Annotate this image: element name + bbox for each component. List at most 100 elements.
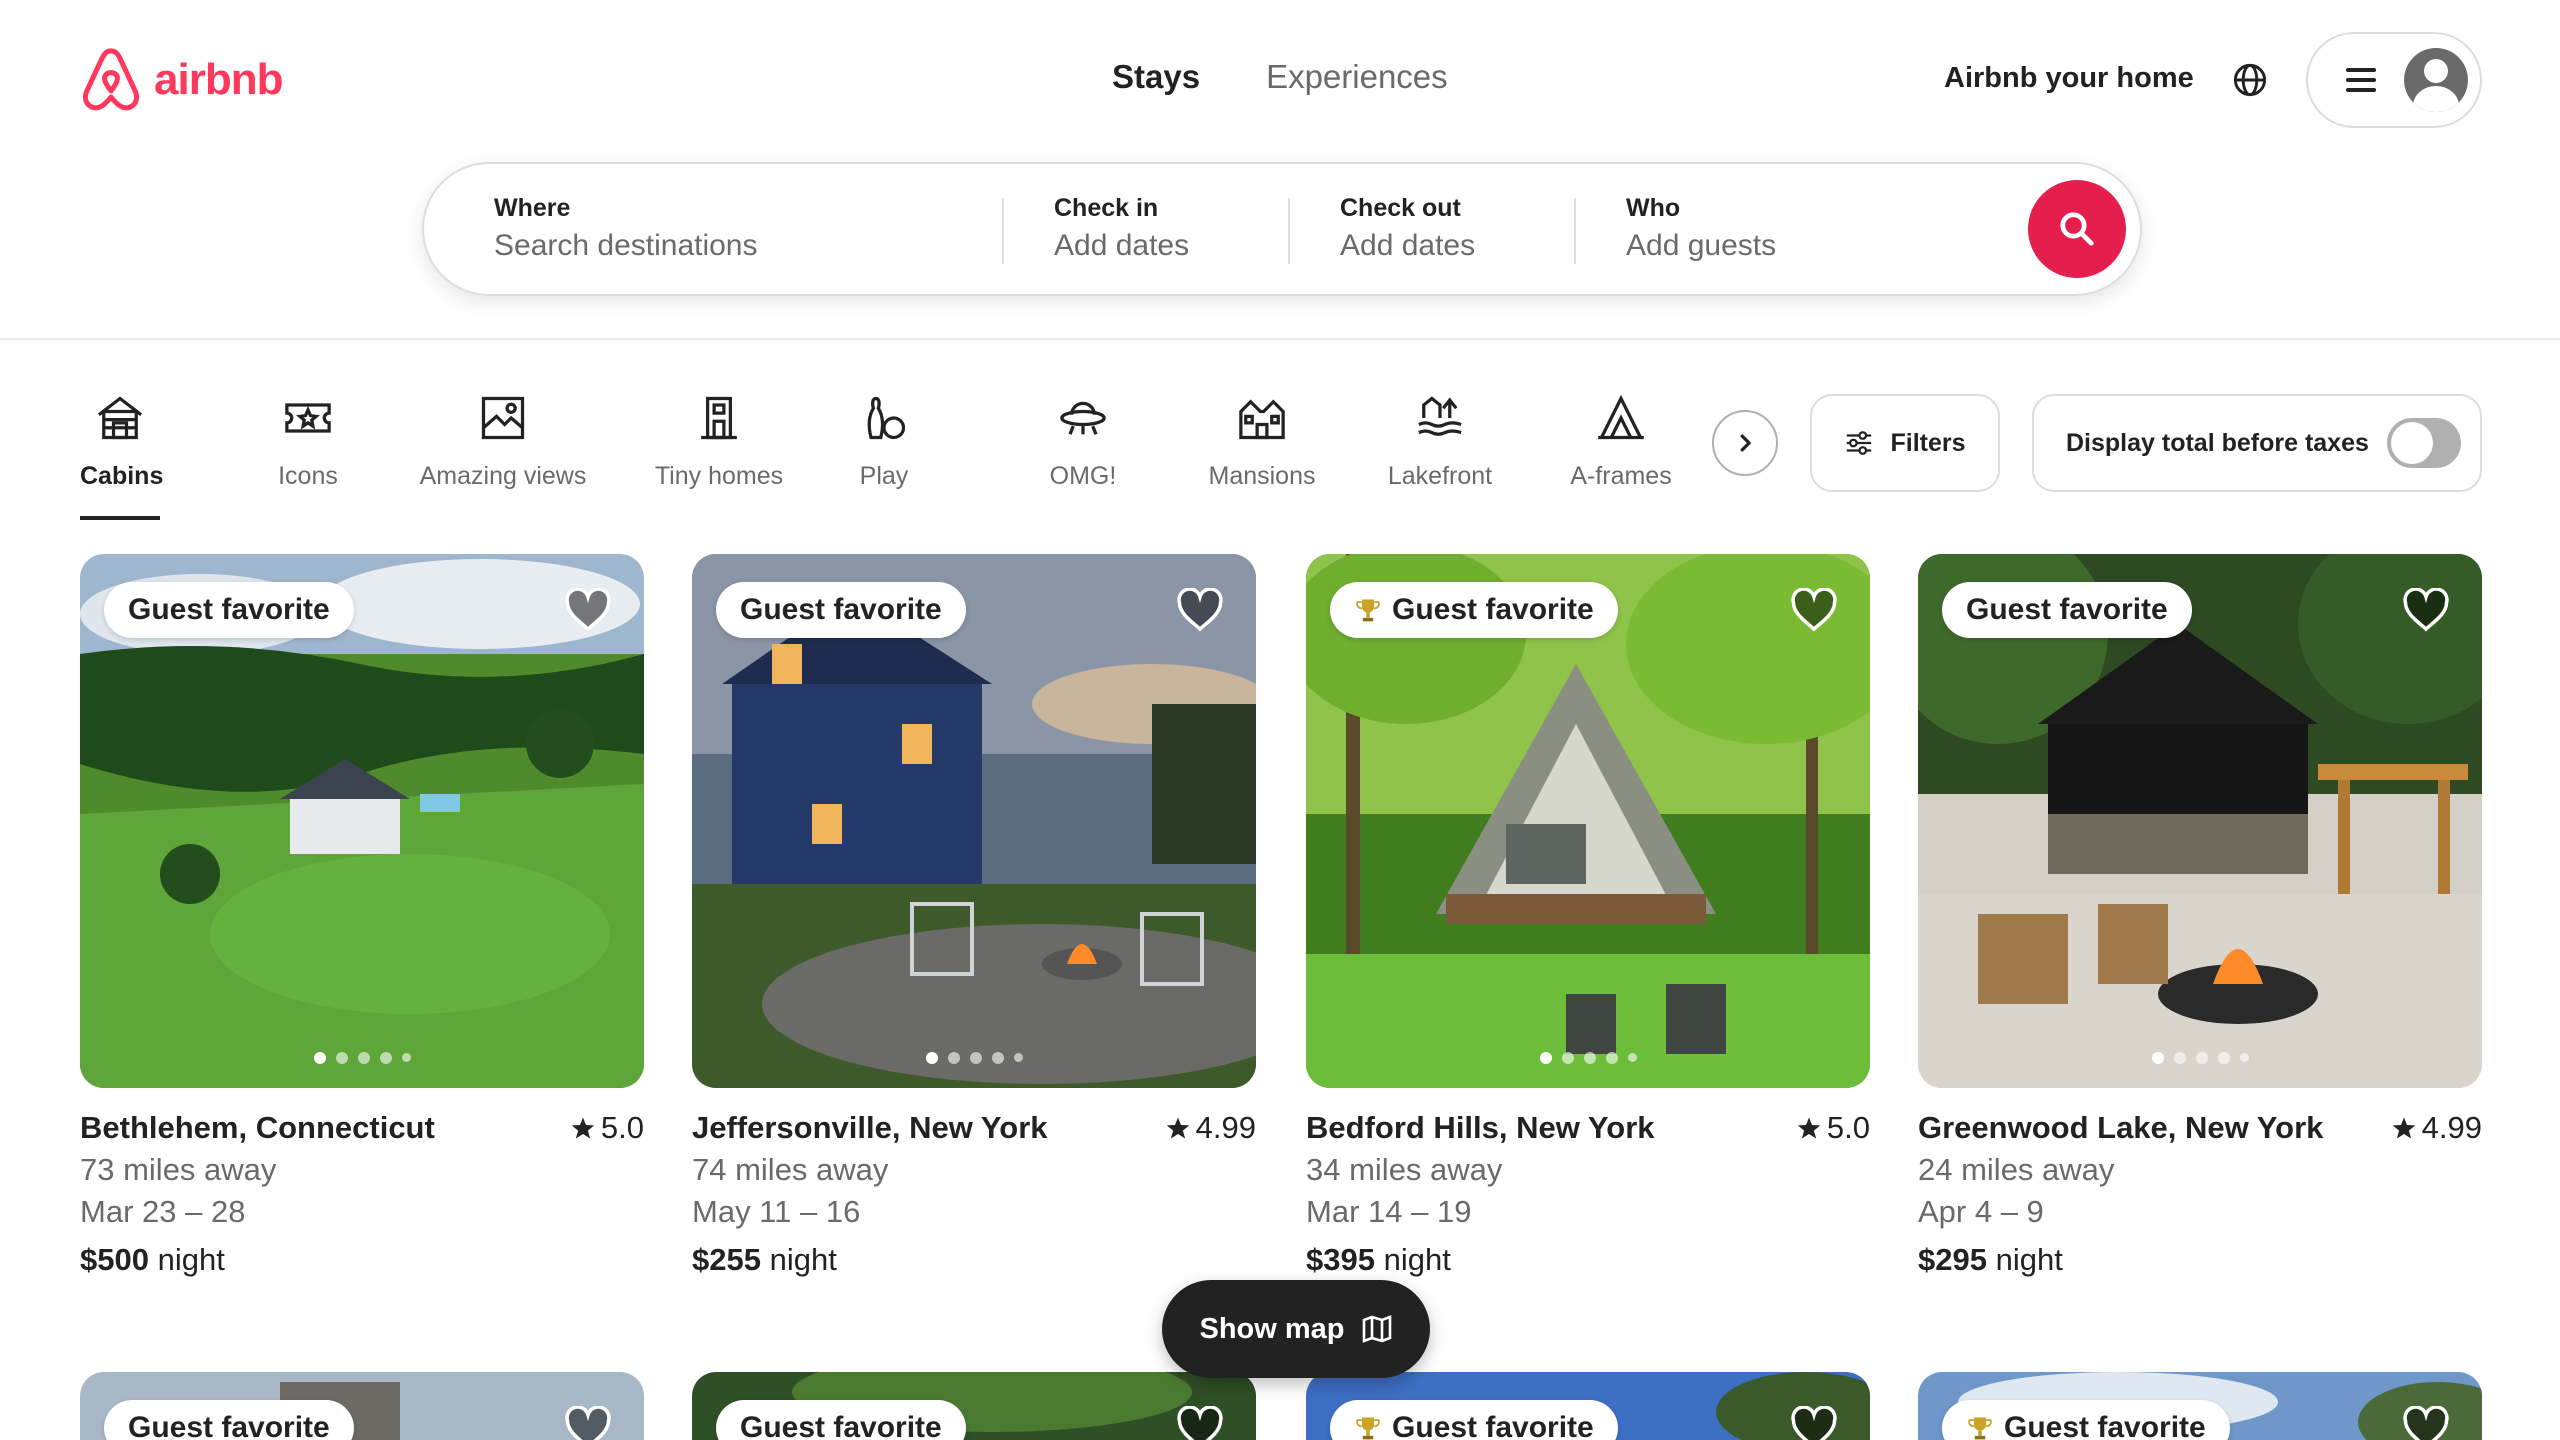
price-unit: night [157, 1242, 225, 1277]
listing-photo[interactable]: Guest favorite [1306, 554, 1870, 1088]
photo-pagination-dots [80, 1052, 644, 1064]
listing-price: $295 night [1918, 1242, 2482, 1278]
listing-rating: 4.99 [1166, 1110, 1256, 1146]
listing-photo[interactable]: Guest favorite [80, 554, 644, 1088]
mansion-icon [1239, 399, 1285, 440]
category-cabins[interactable]: Cabins [80, 392, 163, 520]
airbnb-logo[interactable]: airbnb [80, 46, 283, 114]
heart-icon[interactable] [2402, 1406, 2450, 1440]
category-tiny-homes[interactable]: Tiny homes [654, 392, 784, 491]
rating-value: 4.99 [2421, 1110, 2482, 1145]
listing-photo[interactable]: Guest favorite [1306, 1372, 1870, 1440]
category-lakefront[interactable]: Lakefront [1384, 392, 1496, 491]
listing-distance: 34 miles away [1306, 1152, 1503, 1187]
filters-label: Filters [1890, 428, 1966, 457]
category-label: OMG! [1049, 462, 1117, 490]
ticket-icon [285, 403, 331, 433]
heart-icon[interactable] [1790, 1406, 1838, 1440]
price-amount: $295 [1918, 1242, 1987, 1277]
listing-info: Bedford Hills, New York 5.0 34 miles awa… [1306, 1110, 1870, 1278]
heart-icon[interactable] [1790, 588, 1838, 632]
category-icons[interactable]: Icons [264, 392, 352, 491]
check-in-label: Check in [1054, 194, 1159, 222]
photo-pagination-dots [1918, 1052, 2482, 1064]
rating-value: 4.99 [1195, 1110, 1256, 1145]
listing-card[interactable]: Guest favorite [1918, 1372, 2482, 1440]
check-out-value: Add dates [1340, 229, 1476, 262]
listing-location: Bethlehem, Connecticut [80, 1110, 435, 1145]
listing-card[interactable]: Guest favorite Greenwood Lake, New York … [1918, 554, 2482, 1278]
search-button[interactable] [2028, 180, 2126, 278]
listing-photo[interactable]: Guest favorite [692, 1372, 1256, 1440]
listing-photo[interactable]: Guest favorite [692, 554, 1256, 1088]
search-who[interactable]: Who Add guests [1626, 194, 1776, 263]
guest-favorite-badge: Guest favorite [1330, 582, 1618, 638]
a-frame-icon [1598, 394, 1644, 440]
airbnb-logo-icon [82, 48, 140, 111]
heart-icon[interactable] [1176, 1406, 1224, 1440]
category-label: Amazing views [419, 462, 587, 490]
heart-icon[interactable] [2402, 588, 2450, 632]
listing-info: Greenwood Lake, New York 4.99 24 miles a… [1918, 1110, 2482, 1278]
guest-favorite-badge: Guest favorite [104, 1400, 354, 1440]
user-avatar-icon [2404, 48, 2468, 112]
categories-next-button[interactable] [1712, 410, 1778, 476]
user-menu-button[interactable] [2306, 32, 2482, 128]
search-check-out[interactable]: Check out Add dates [1340, 194, 1475, 263]
tiny-home-icon [701, 396, 737, 440]
price-unit: night [1995, 1242, 2063, 1277]
tab-stays[interactable]: Stays [1112, 58, 1200, 96]
ufo-icon [1060, 401, 1106, 435]
airbnb-your-home-link[interactable]: Airbnb your home [1944, 62, 2194, 95]
trophy-icon [1356, 599, 1380, 622]
listing-card[interactable]: Guest favorite [80, 1372, 644, 1440]
search-divider [1574, 198, 1576, 264]
category-a-frames[interactable]: A-frames [1566, 392, 1676, 491]
guest-favorite-badge: Guest favorite [716, 1400, 966, 1440]
star-icon [1797, 1117, 1821, 1139]
listing-photo[interactable]: Guest favorite [1918, 1372, 2482, 1440]
photo-pagination-dots [1306, 1052, 1870, 1064]
category-play[interactable]: Play [854, 392, 914, 491]
search-check-in[interactable]: Check in Add dates [1054, 194, 1189, 263]
active-category-underline [80, 516, 160, 520]
guest-favorite-badge: Guest favorite [104, 582, 354, 638]
bowling-icon [867, 396, 906, 440]
listing-rating: 4.99 [2392, 1110, 2482, 1146]
listing-distance: 73 miles away [80, 1152, 277, 1187]
category-mansions[interactable]: Mansions [1208, 392, 1316, 491]
listing-card[interactable]: Guest favorite Bedford Hills, New York 5… [1306, 554, 1870, 1278]
listing-photo[interactable]: Guest favorite [80, 1372, 644, 1440]
where-label: Where [494, 194, 571, 222]
heart-icon[interactable] [564, 588, 612, 632]
cabin-icon [97, 396, 143, 440]
listing-photo[interactable]: Guest favorite [1918, 554, 2482, 1088]
listing-card[interactable]: Guest favorite [692, 1372, 1256, 1440]
brand-name: airbnb [154, 55, 283, 104]
listing-card[interactable]: Guest favorite Bethlehem, Connecticut 5.… [80, 554, 644, 1278]
category-label: Icons [278, 462, 338, 490]
badge-label: Guest favorite [740, 593, 942, 626]
badge-label: Guest favorite [128, 1411, 330, 1440]
category-omg[interactable]: OMG! [1048, 392, 1118, 491]
category-label: Lakefront [1387, 462, 1493, 490]
where-input[interactable]: Search destinations [494, 229, 758, 263]
listing-rating: 5.0 [571, 1110, 644, 1146]
show-map-button[interactable]: Show map [1162, 1280, 1430, 1378]
display-total-switch[interactable] [2386, 418, 2461, 468]
listing-card[interactable]: Guest favorite Jeffersonville, New York … [692, 554, 1256, 1278]
heart-icon[interactable] [564, 1406, 612, 1440]
globe-icon[interactable] [2232, 62, 2268, 98]
tab-experiences[interactable]: Experiences [1266, 58, 1448, 96]
price-amount: $255 [692, 1242, 761, 1277]
heart-icon[interactable] [1176, 588, 1224, 632]
search-where[interactable]: Where Search destinations [494, 194, 758, 263]
listing-distance: 74 miles away [692, 1152, 889, 1187]
guest-favorite-badge: Guest favorite [1942, 1400, 2230, 1440]
filters-button[interactable]: Filters [1810, 394, 2000, 492]
rating-value: 5.0 [600, 1110, 644, 1145]
star-icon [1166, 1117, 1189, 1139]
badge-label: Guest favorite [128, 593, 330, 626]
category-amazing-views[interactable]: Amazing views [418, 392, 588, 491]
listing-card[interactable]: Guest favorite [1306, 1372, 1870, 1440]
